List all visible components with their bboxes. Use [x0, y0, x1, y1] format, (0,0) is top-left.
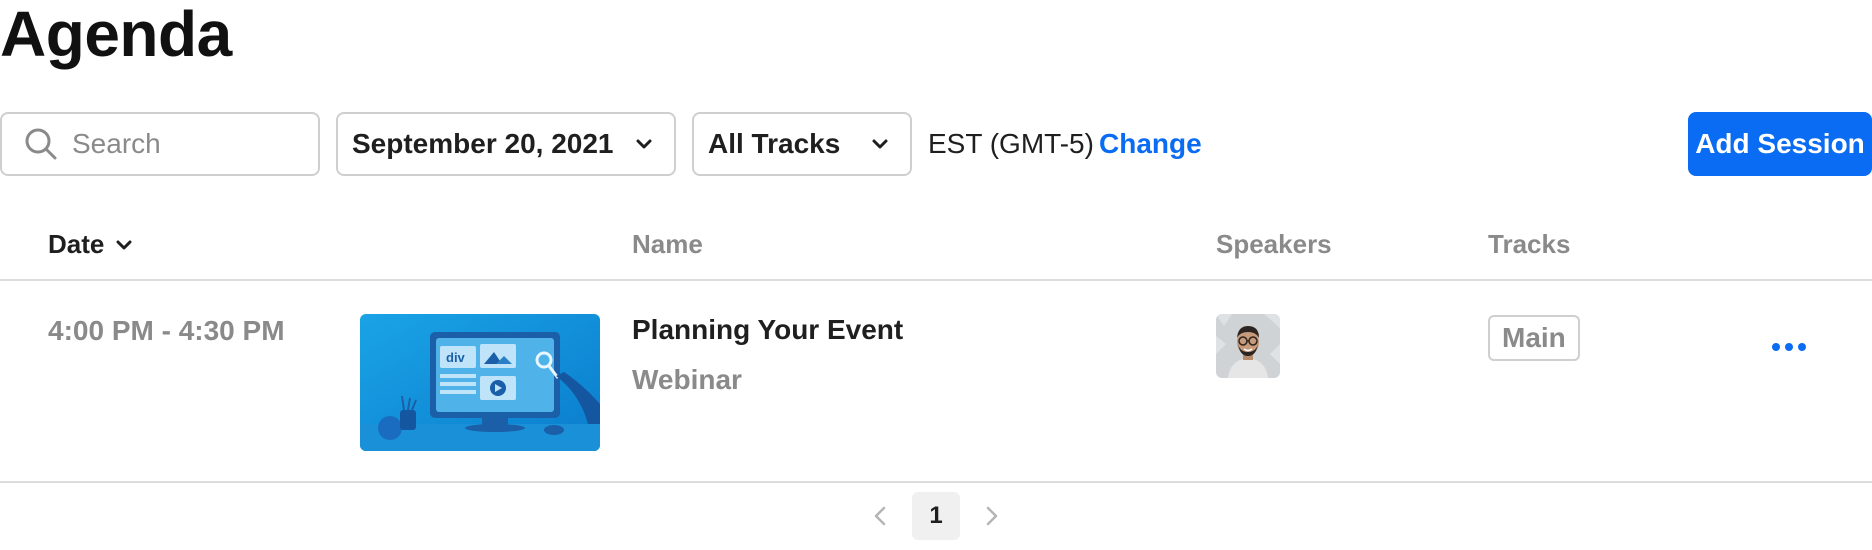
- svg-text:div: div: [446, 350, 466, 365]
- date-select[interactable]: September 20, 2021: [336, 112, 676, 176]
- page-title: Agenda: [0, 0, 232, 70]
- chevron-left-icon[interactable]: [872, 504, 888, 528]
- column-header-date[interactable]: Date: [48, 229, 132, 260]
- add-session-button[interactable]: Add Session: [1688, 112, 1872, 176]
- tracks-select-value: All Tracks: [708, 128, 841, 159]
- date-select-value: September 20, 2021: [352, 128, 614, 159]
- change-timezone-link[interactable]: Change: [1099, 112, 1202, 176]
- chevron-down-icon: [636, 139, 652, 149]
- column-header-date-label: Date: [48, 229, 105, 259]
- column-header-tracks: Tracks: [1488, 229, 1571, 259]
- column-header-name: Name: [632, 229, 703, 259]
- page-number[interactable]: 1: [912, 492, 960, 540]
- column-header-speakers: Speakers: [1216, 229, 1332, 259]
- table-row[interactable]: 4:00 PM - 4:30 PM div Planning Your Even…: [0, 283, 1872, 483]
- chevron-right-icon[interactable]: [984, 504, 1000, 528]
- speaker-avatar[interactable]: [1216, 314, 1280, 378]
- more-options-icon[interactable]: [1772, 343, 1806, 351]
- session-thumbnail[interactable]: div: [360, 314, 600, 451]
- chevron-down-icon: [872, 139, 888, 149]
- session-time: 4:00 PM - 4:30 PM: [48, 315, 285, 346]
- search-input[interactable]: [72, 128, 292, 160]
- search-icon: [25, 128, 57, 160]
- session-name[interactable]: Planning Your Event: [632, 314, 903, 346]
- chevron-down-icon: [116, 240, 132, 249]
- pagination: 1: [0, 492, 1872, 540]
- session-type: Webinar: [632, 364, 742, 395]
- table-header: Date Name Speakers Tracks: [0, 215, 1872, 281]
- timezone-label: EST (GMT-5): [928, 128, 1094, 159]
- toolbar: September 20, 2021 All Tracks EST (GMT-5…: [0, 112, 1872, 176]
- tracks-select[interactable]: All Tracks: [692, 112, 912, 176]
- track-badge: Main: [1488, 315, 1580, 361]
- search-box[interactable]: [0, 112, 320, 176]
